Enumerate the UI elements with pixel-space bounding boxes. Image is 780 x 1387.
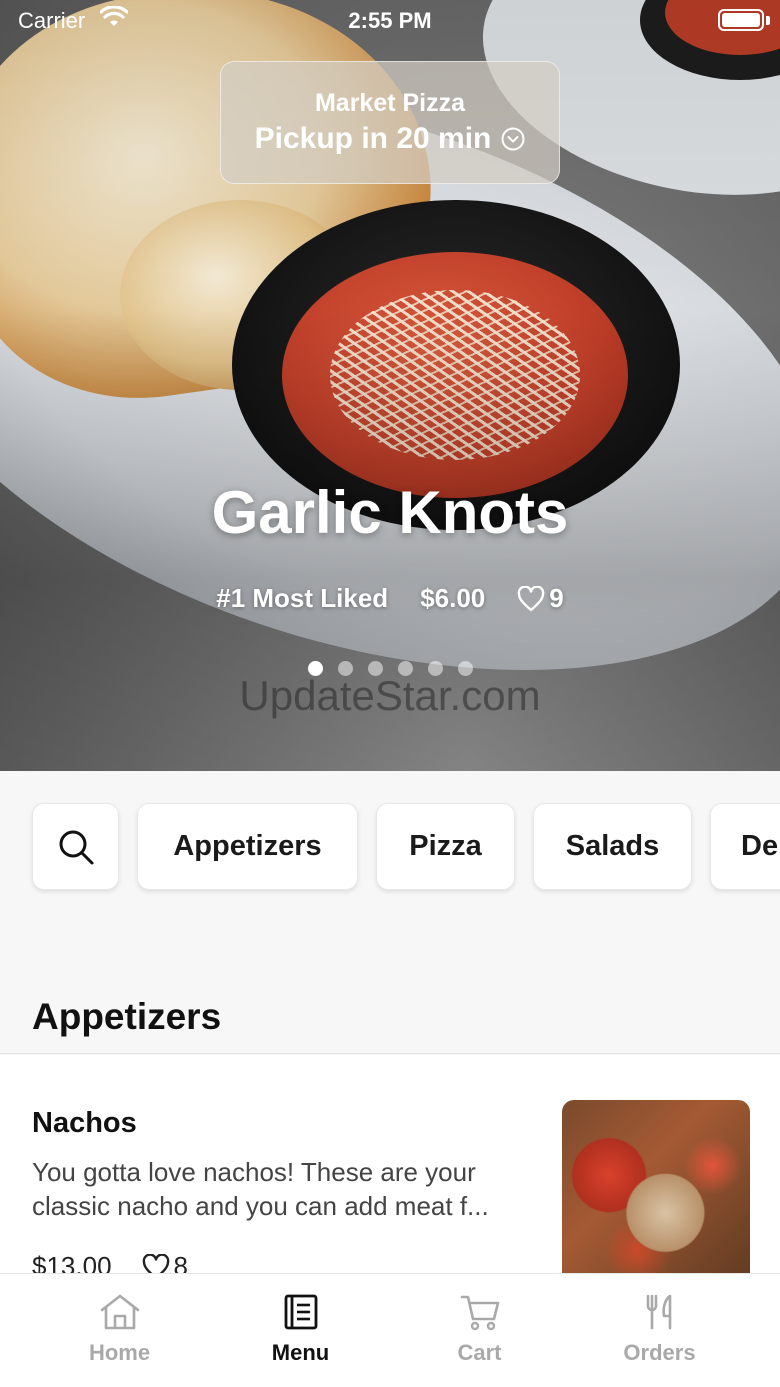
item-description: You gotta love nachos! These are your cl… xyxy=(32,1157,489,1221)
pickup-row: Pickup in 20 min xyxy=(221,122,559,156)
menu-item-list: Nachos You gotta love nachos! These are … xyxy=(0,1055,780,1273)
tab-label: Orders xyxy=(623,1340,696,1365)
heart-icon xyxy=(142,1253,169,1273)
chevron-down-circle-icon xyxy=(501,127,525,151)
tab-label: Cart xyxy=(457,1340,502,1365)
item-price: $13.00 xyxy=(32,1251,112,1273)
featured-item-meta: #1 Most Liked $6.00 9 xyxy=(0,583,780,614)
battery-tip xyxy=(766,16,770,25)
tab-label: Home xyxy=(88,1340,151,1365)
item-like-count: 8 xyxy=(173,1251,188,1273)
item-meta: $13.00 8 xyxy=(32,1251,188,1273)
category-chip-pizza[interactable]: Pizza xyxy=(376,803,515,890)
battery-icon xyxy=(718,9,764,31)
section-header: Appetizers xyxy=(0,956,780,1054)
heart-icon xyxy=(517,585,545,611)
watermark: UpdateStar.com xyxy=(239,672,541,719)
status-bar: Carrier 2:55 PM xyxy=(0,0,780,40)
category-chip-salads[interactable]: Salads xyxy=(533,803,692,890)
store-name: Market Pizza xyxy=(314,89,466,117)
bottom-tab-bar: Home Menu Cart Orders xyxy=(0,1273,780,1387)
featured-price: $6.00 xyxy=(420,583,486,613)
search-button[interactable] xyxy=(32,803,119,890)
featured-item-title: Garlic Knots xyxy=(211,479,569,546)
featured-like-count: 9 xyxy=(549,583,564,613)
category-bar[interactable]: Appetizers Pizza Salads De xyxy=(0,771,780,956)
item-name: Nachos xyxy=(32,1107,137,1139)
home-icon xyxy=(100,1294,139,1330)
featured-rank: #1 Most Liked xyxy=(216,583,389,613)
category-chip-desserts[interactable]: De xyxy=(710,803,780,890)
tab-orders[interactable]: Orders xyxy=(562,1274,757,1387)
menu-icon xyxy=(284,1294,317,1330)
item-likes: 8 xyxy=(142,1251,188,1273)
category-chip-appetizers[interactable]: Appetizers xyxy=(137,803,358,890)
section-title: Appetizers xyxy=(32,996,222,1037)
featured-likes: 9 xyxy=(517,583,564,614)
tab-cart[interactable]: Cart xyxy=(382,1274,577,1387)
cart-icon xyxy=(460,1295,499,1331)
pickup-location-selector[interactable]: Market Pizza Pickup in 20 min xyxy=(220,61,560,184)
utensils-icon xyxy=(646,1294,671,1330)
tab-label: Menu xyxy=(271,1340,330,1365)
clock: 2:55 PM xyxy=(348,8,432,33)
tab-menu[interactable]: Menu xyxy=(203,1274,398,1387)
tab-home[interactable]: Home xyxy=(22,1274,217,1387)
featured-hero[interactable]: Carrier 2:55 PM Market Pizza Pickup in 2… xyxy=(0,0,780,771)
search-icon xyxy=(59,830,93,864)
app-screen: Carrier 2:55 PM Market Pizza Pickup in 2… xyxy=(0,0,780,1387)
item-photo xyxy=(562,1100,750,1273)
pickup-time: Pickup in 20 min xyxy=(254,122,492,155)
